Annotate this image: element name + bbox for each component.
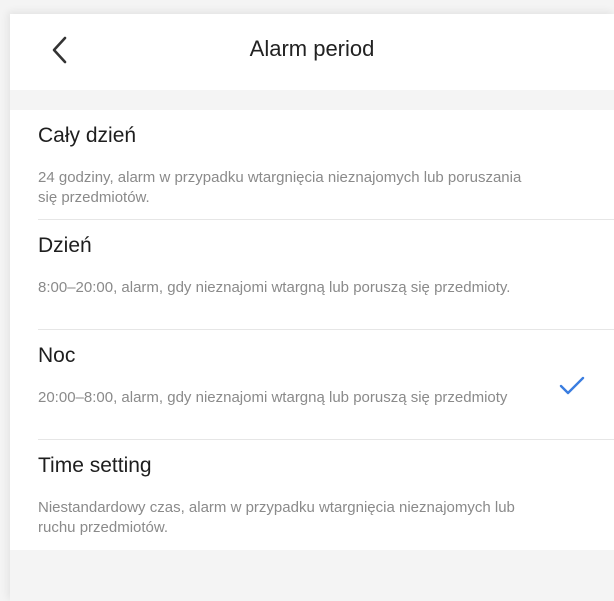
option-all-day[interactable]: Cały dzień 24 godziny, alarm w przypadku… (10, 110, 614, 220)
option-description: 8:00–20:00, alarm, gdy nieznajomi wtargn… (38, 279, 511, 296)
option-label: Dzień (38, 234, 92, 257)
option-night[interactable]: Noc 20:00–8:00, alarm, gdy nieznajomi wt… (10, 330, 614, 440)
header-bar: Alarm period (10, 14, 614, 90)
option-label: Time setting (38, 454, 152, 477)
alarm-period-screen: Alarm period Cały dzień 24 godziny, alar… (10, 14, 614, 601)
option-description: Niestandardowy czas, alarm w przypadku w… (38, 499, 515, 536)
option-description: 20:00–8:00, alarm, gdy nieznajomi wtargn… (38, 389, 508, 406)
page-title: Alarm period (249, 36, 375, 61)
alarm-period-options: Cały dzień 24 godziny, alarm w przypadku… (10, 110, 614, 550)
option-day[interactable]: Dzień 8:00–20:00, alarm, gdy nieznajomi … (10, 220, 614, 330)
option-label: Cały dzień (38, 124, 137, 147)
option-description: 24 godziny, alarm w przypadku wtargnięci… (38, 169, 522, 206)
checkmark-icon (559, 376, 585, 395)
option-time-setting[interactable]: Time setting Niestandardowy czas, alarm … (10, 440, 614, 550)
option-label: Noc (38, 344, 76, 367)
